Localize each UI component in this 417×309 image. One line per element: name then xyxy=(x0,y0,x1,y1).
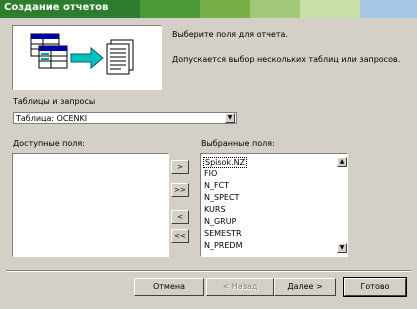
available-fields-list[interactable] xyxy=(12,153,169,257)
next-button[interactable]: Далее > xyxy=(274,278,336,296)
source-selected-value: Таблица: OCENKI xyxy=(16,114,88,123)
chevron-down-icon[interactable]: ▼ xyxy=(225,113,235,123)
list-item[interactable]: N_FCT xyxy=(204,181,229,190)
scroll-down-icon[interactable]: ▼ xyxy=(337,243,347,253)
title-bar: Создание отчетов xyxy=(0,0,417,18)
add-all-fields-button[interactable]: >> xyxy=(171,183,189,197)
remove-all-fields-button[interactable]: << xyxy=(171,229,189,243)
chosen-fields-list[interactable]: Spisok.NZ FIO N_FCT N_SPECT KURS N_GRUP … xyxy=(200,153,348,257)
add-field-button[interactable]: > xyxy=(171,160,189,174)
available-fields-label: Доступные поля: xyxy=(13,139,85,148)
cancel-button[interactable]: Отмена xyxy=(134,278,204,296)
remove-field-button[interactable]: < xyxy=(171,210,189,224)
list-item[interactable]: SEMESTR xyxy=(204,229,242,238)
back-button[interactable]: < Назад xyxy=(206,278,274,296)
source-label: Таблицы и запросы xyxy=(13,97,96,106)
list-item[interactable]: N_GRUP xyxy=(204,217,236,226)
list-item[interactable]: FIO xyxy=(204,169,217,178)
intro-line-1: Выберите поля для отчета. xyxy=(172,30,288,39)
chosen-fields-label: Выбранные поля: xyxy=(201,139,275,148)
source-combobox[interactable]: Таблица: OCENKI ▼ xyxy=(13,112,237,124)
wizard-illustration xyxy=(12,25,162,90)
list-item[interactable]: N_PREDM xyxy=(204,241,242,250)
window-title: Создание отчетов xyxy=(4,2,109,13)
list-item[interactable]: N_SPECT xyxy=(204,193,239,202)
finish-button[interactable]: Готово xyxy=(343,277,407,297)
tables-to-report-icon xyxy=(30,33,134,75)
scroll-up-icon[interactable]: ▲ xyxy=(337,157,347,167)
intro-line-2: Допускается выбор нескольких таблиц или … xyxy=(172,55,401,64)
button-separator xyxy=(6,270,411,272)
list-item[interactable]: Spisok.NZ xyxy=(203,157,248,168)
list-item[interactable]: KURS xyxy=(204,205,226,214)
